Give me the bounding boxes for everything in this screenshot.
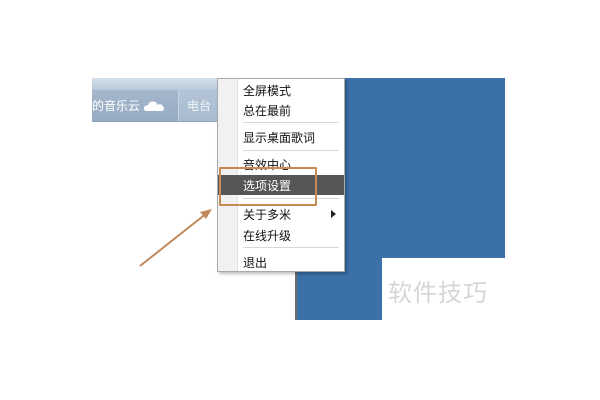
watermark-text: 软件技巧 [388, 279, 488, 307]
annotation-arrow-icon [139, 209, 212, 267]
